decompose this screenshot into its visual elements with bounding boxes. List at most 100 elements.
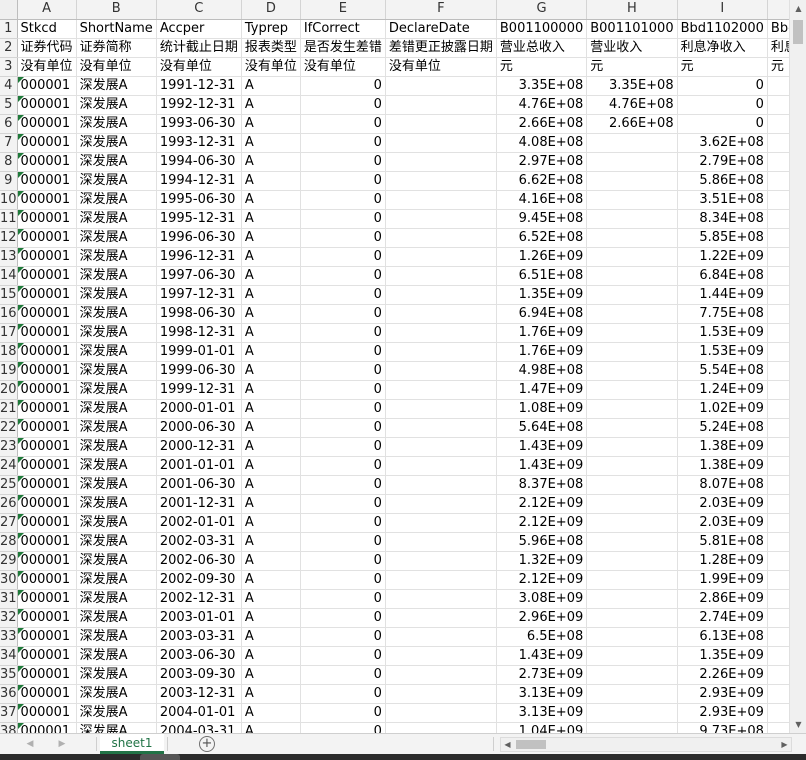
cell-h[interactable] [586, 437, 678, 457]
cell-g[interactable]: 2.12E+09 [496, 513, 588, 533]
cell-b[interactable]: 深发展A [76, 152, 157, 172]
cell-b[interactable]: 深发展A [76, 703, 157, 723]
row-number[interactable]: 8 [0, 152, 18, 172]
cell-c[interactable]: 1997-06-30 [156, 266, 242, 286]
cell-d[interactable]: A [241, 475, 301, 495]
cell-g[interactable]: 9.45E+08 [496, 209, 588, 229]
cell-f[interactable] [385, 684, 497, 704]
row-number[interactable]: 25 [0, 475, 18, 495]
cell-i[interactable]: 1.28E+09 [677, 551, 768, 571]
cell-b[interactable]: 深发展A [76, 133, 157, 153]
cell-i[interactable]: 1.35E+09 [677, 646, 768, 666]
cell-b[interactable]: 没有单位 [76, 57, 157, 77]
cell-g[interactable]: 6.5E+08 [496, 627, 588, 647]
cell-h[interactable] [586, 513, 678, 533]
cell-h[interactable]: 4.76E+08 [586, 95, 678, 115]
cell-c[interactable]: 2004-03-31 [156, 722, 242, 733]
cell-e[interactable]: 0 [300, 190, 386, 210]
cell-h[interactable] [586, 608, 678, 628]
cell-c[interactable]: 1999-06-30 [156, 361, 242, 381]
cell-e[interactable]: 0 [300, 266, 386, 286]
cell-a[interactable]: 000001 [17, 190, 77, 210]
cell-a[interactable]: 000001 [17, 152, 77, 172]
cell-i[interactable]: 1.44E+09 [677, 285, 768, 305]
cell-g[interactable]: 元 [496, 57, 588, 77]
cell-d[interactable]: A [241, 114, 301, 134]
cell-h[interactable] [586, 646, 678, 666]
cell-d[interactable]: A [241, 456, 301, 476]
cell-h[interactable] [586, 380, 678, 400]
cell-d[interactable]: A [241, 323, 301, 343]
cell-g[interactable]: 6.51E+08 [496, 266, 588, 286]
cell-h[interactable] [586, 494, 678, 514]
row-number[interactable]: 3 [0, 57, 18, 77]
cell-i[interactable]: 1.99E+09 [677, 570, 768, 590]
cell-i[interactable]: 1.38E+09 [677, 456, 768, 476]
cell-e[interactable]: 0 [300, 342, 386, 362]
cell-j[interactable]: 1.02E+09 [767, 361, 789, 381]
cell-h[interactable] [586, 133, 678, 153]
cell-g[interactable]: 6.52E+08 [496, 228, 588, 248]
cell-i[interactable]: 5.54E+08 [677, 361, 768, 381]
cell-i[interactable]: 8.34E+08 [677, 209, 768, 229]
cell-a[interactable]: 000001 [17, 589, 77, 609]
cell-e[interactable]: 0 [300, 551, 386, 571]
row-number[interactable]: 4 [0, 76, 18, 96]
cell-e[interactable]: 0 [300, 95, 386, 115]
row-number[interactable]: 31 [0, 589, 18, 609]
chevron-right-icon[interactable]: ▶ [54, 736, 70, 752]
cell-i[interactable]: 2.93E+09 [677, 703, 768, 723]
row-number[interactable]: 32 [0, 608, 18, 628]
cell-j[interactable]: 1.27E+09 [767, 266, 789, 286]
cell-b[interactable]: 深发展A [76, 76, 157, 96]
cell-a[interactable]: 000001 [17, 285, 77, 305]
cell-a[interactable]: 000001 [17, 114, 77, 134]
cell-d[interactable]: Typrep [241, 19, 301, 39]
cell-a[interactable]: 000001 [17, 380, 77, 400]
plus-circle-icon[interactable]: + [199, 736, 215, 752]
cell-b[interactable]: 深发展A [76, 665, 157, 685]
cell-d[interactable]: A [241, 513, 301, 533]
cell-g[interactable]: 4.16E+08 [496, 190, 588, 210]
cell-e[interactable]: 0 [300, 361, 386, 381]
cell-d[interactable]: A [241, 247, 301, 267]
cell-e[interactable]: 0 [300, 171, 386, 191]
cell-d[interactable]: A [241, 646, 301, 666]
column-header-i[interactable]: I [677, 0, 768, 20]
cell-j[interactable]: 5.66E+09 [767, 684, 789, 704]
row-number[interactable]: 7 [0, 133, 18, 153]
row-number[interactable]: 26 [0, 494, 18, 514]
cell-c[interactable]: 1995-12-31 [156, 209, 242, 229]
cell-b[interactable]: 深发展A [76, 171, 157, 191]
cell-c[interactable]: 1998-06-30 [156, 304, 242, 324]
cell-a[interactable]: 000001 [17, 722, 77, 733]
cell-f[interactable] [385, 456, 497, 476]
row-number[interactable]: 2 [0, 38, 18, 58]
cell-b[interactable]: 深发展A [76, 114, 157, 134]
cell-g[interactable]: 1.43E+09 [496, 437, 588, 457]
row-number[interactable]: 20 [0, 380, 18, 400]
cell-e[interactable]: 没有单位 [300, 57, 386, 77]
cell-d[interactable]: A [241, 532, 301, 552]
cell-d[interactable]: A [241, 361, 301, 381]
cell-j[interactable] [767, 76, 789, 96]
cell-a[interactable]: 000001 [17, 361, 77, 381]
cell-i[interactable]: 2.26E+09 [677, 665, 768, 685]
cell-e[interactable]: 0 [300, 608, 386, 628]
cell-d[interactable]: A [241, 171, 301, 191]
cell-d[interactable]: A [241, 342, 301, 362]
cell-j[interactable]: 1.06E+09 [767, 228, 789, 248]
cell-d[interactable]: A [241, 95, 301, 115]
cell-j[interactable]: 元 [767, 57, 789, 77]
cell-f[interactable] [385, 133, 497, 153]
cell-g[interactable]: 4.98E+08 [496, 361, 588, 381]
cell-a[interactable]: 000001 [17, 418, 77, 438]
cell-c[interactable]: 2003-09-30 [156, 665, 242, 685]
cell-a[interactable]: 000001 [17, 608, 77, 628]
cell-c[interactable]: 统计截止日期 [156, 38, 242, 58]
cell-b[interactable]: 深发展A [76, 399, 157, 419]
cell-g[interactable]: 3.08E+09 [496, 589, 588, 609]
cell-a[interactable]: 000001 [17, 665, 77, 685]
cell-i[interactable]: 2.79E+08 [677, 152, 768, 172]
cell-h[interactable] [586, 589, 678, 609]
